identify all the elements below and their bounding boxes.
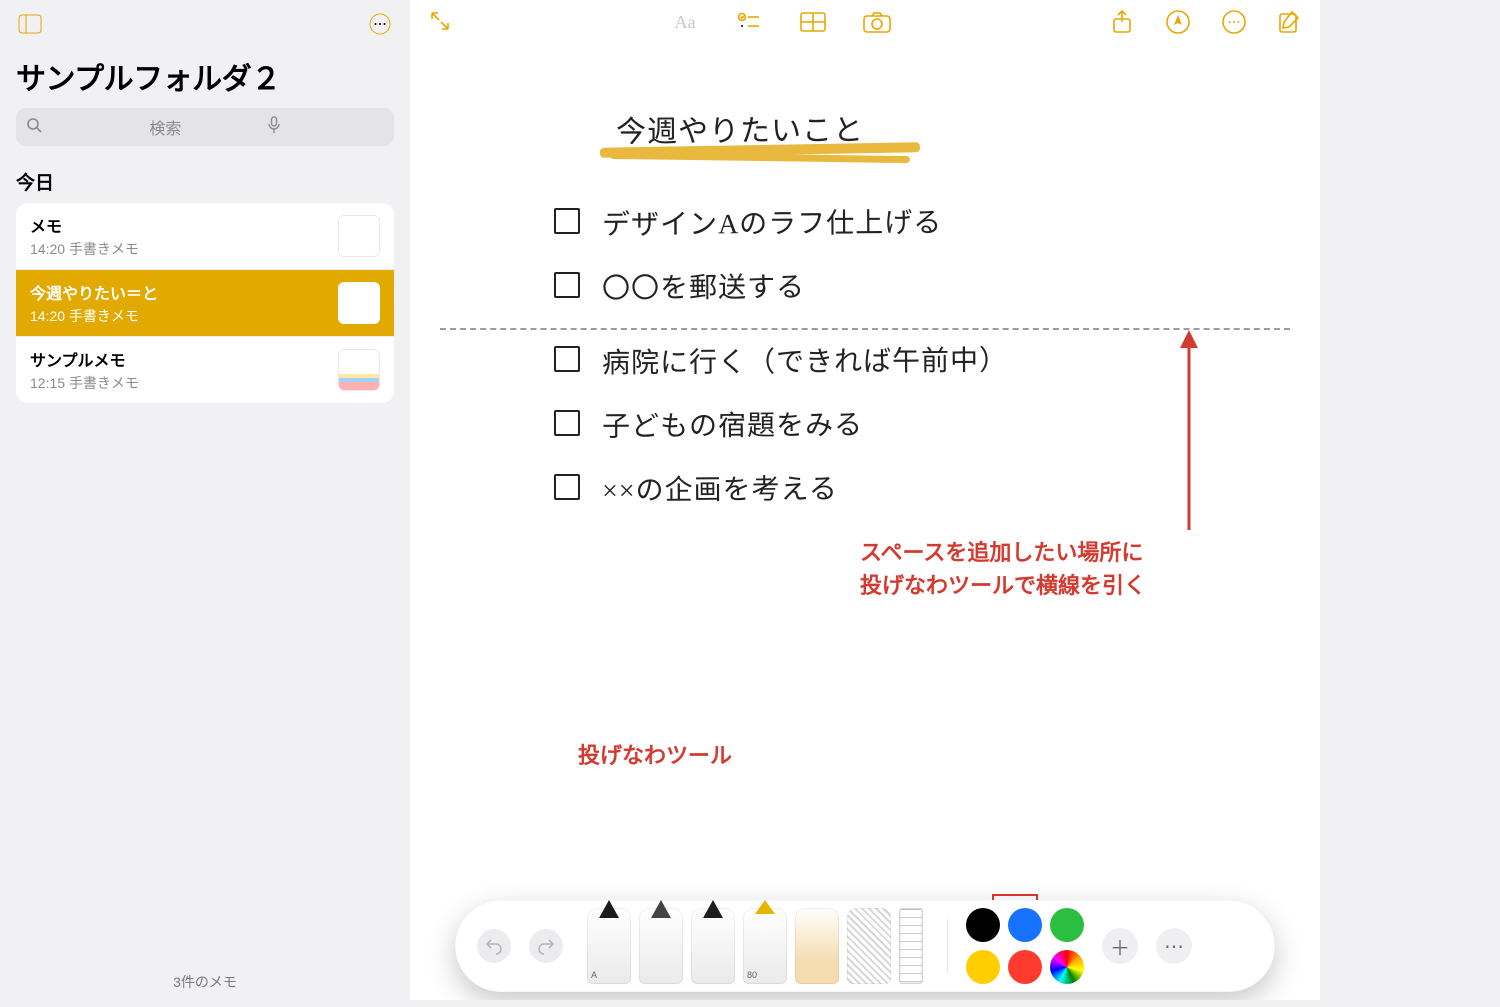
color-swatch-black[interactable]	[966, 908, 1000, 942]
note-row[interactable]: サンプルメモ 12:15 手書きメモ	[16, 336, 394, 403]
eraser-tool[interactable]	[795, 908, 839, 984]
handwritten-item: デザインAのラフ仕上げる	[602, 201, 943, 243]
color-swatch-green[interactable]	[1050, 908, 1084, 942]
lasso-tool[interactable]	[847, 908, 891, 984]
undo-button[interactable]	[477, 929, 511, 963]
annotation-arrow-icon	[1176, 330, 1202, 530]
notes-sidebar: サンプルフォルダ２ 検索 今日 メモ 14:20 手書きメモ 今週やりたい＝と …	[0, 0, 410, 1000]
note-thumbnail	[338, 215, 380, 257]
note-thumbnail	[338, 282, 380, 324]
list-section-header: 今日	[16, 168, 394, 195]
note-subtitle: 手書きメモ	[69, 241, 139, 257]
color-swatch-yellow[interactable]	[966, 950, 1000, 984]
handwritten-checkbox	[554, 272, 580, 298]
share-button[interactable]	[1108, 8, 1136, 36]
annotation-line: スペースを追加したい場所に	[860, 540, 1143, 565]
note-time: 14:20	[30, 308, 65, 324]
note-time: 12:15	[30, 375, 65, 391]
more-button[interactable]	[1220, 8, 1248, 36]
annotation-line: 投げなわツールで横線を引く	[860, 573, 1146, 598]
handwritten-checkbox	[554, 410, 580, 436]
handwritten-checkbox	[554, 474, 580, 500]
pen-tool[interactable]: A	[587, 908, 631, 984]
pencil-tool[interactable]	[639, 908, 683, 984]
search-placeholder: 検索	[149, 115, 266, 139]
note-list: メモ 14:20 手書きメモ 今週やりたい＝と 14:20 手書きメモ サンプル…	[16, 203, 394, 403]
handwritten-checkbox	[554, 208, 580, 234]
folder-title: サンプルフォルダ２	[16, 54, 394, 98]
note-subtitle: 手書きメモ	[69, 375, 139, 391]
note-title: サンプルメモ	[30, 347, 328, 371]
camera-button[interactable]	[863, 8, 891, 36]
yellow-underline	[610, 152, 910, 163]
color-swatch-red[interactable]	[1008, 950, 1042, 984]
checklist-button[interactable]	[735, 8, 763, 36]
note-toolbar: Aa	[410, 0, 1320, 40]
note-row[interactable]: メモ 14:20 手書きメモ	[16, 203, 394, 269]
dictation-icon[interactable]	[267, 116, 384, 139]
handwritten-item: ××の企画を考える	[602, 467, 838, 509]
tool-tray: A 80	[581, 908, 929, 984]
sidebar-toggle-button[interactable]	[16, 10, 44, 38]
note-thumbnail	[338, 349, 380, 391]
color-swatches	[966, 908, 1084, 984]
search-field[interactable]: 検索	[16, 108, 394, 146]
markup-button[interactable]	[1164, 8, 1192, 36]
compose-button[interactable]	[1276, 8, 1304, 36]
highlighter-tool[interactable]	[691, 908, 735, 984]
annotation-instruction: スペースを追加したい場所に 投げなわツールで横線を引く	[860, 536, 1146, 602]
color-swatch-blue[interactable]	[1008, 908, 1042, 942]
note-canvas-area: Aa 今週やりたいこ	[410, 0, 1320, 1000]
handwritten-item: 病院に行く（できれば午前中）	[602, 339, 1008, 382]
handwritten-item: 〇〇を郵送する	[602, 265, 805, 306]
toolbar-divider	[947, 919, 948, 973]
handwritten-checkbox	[554, 346, 580, 372]
table-button[interactable]	[799, 8, 827, 36]
lasso-selection-line	[440, 328, 1290, 330]
note-subtitle: 手書きメモ	[69, 308, 139, 324]
search-icon	[26, 117, 143, 138]
tool-badge: A	[591, 970, 597, 980]
note-title: メモ	[30, 213, 328, 237]
toolbar-more-button[interactable]: ⋯	[1156, 928, 1192, 964]
note-time: 14:20	[30, 241, 65, 257]
ruler-tool[interactable]	[899, 908, 923, 984]
note-title: 今週やりたい＝と	[30, 280, 328, 304]
drawing-toolbar[interactable]: A 80 ＋ ⋯	[455, 900, 1275, 992]
annotation-lasso-label: 投げなわツール	[578, 738, 732, 770]
add-tool-button[interactable]: ＋	[1102, 928, 1138, 964]
color-swatch-rainbow[interactable]	[1050, 950, 1084, 984]
handwriting-canvas[interactable]: 今週やりたいこと デザインAのラフ仕上げる 〇〇を郵送する 病院に行く（できれば…	[410, 50, 1320, 1000]
redo-button[interactable]	[529, 929, 563, 963]
handwritten-item: 子どもの宿題をみる	[602, 403, 863, 445]
marker-tool[interactable]: 80	[743, 908, 787, 984]
text-format-button[interactable]: Aa	[671, 8, 699, 36]
note-row[interactable]: 今週やりたい＝と 14:20 手書きメモ	[16, 269, 394, 336]
sidebar-footer-count: 3件のメモ	[0, 972, 410, 992]
expand-arrows-icon[interactable]	[426, 7, 454, 35]
list-options-button[interactable]	[366, 10, 394, 38]
tool-badge: 80	[747, 970, 757, 980]
